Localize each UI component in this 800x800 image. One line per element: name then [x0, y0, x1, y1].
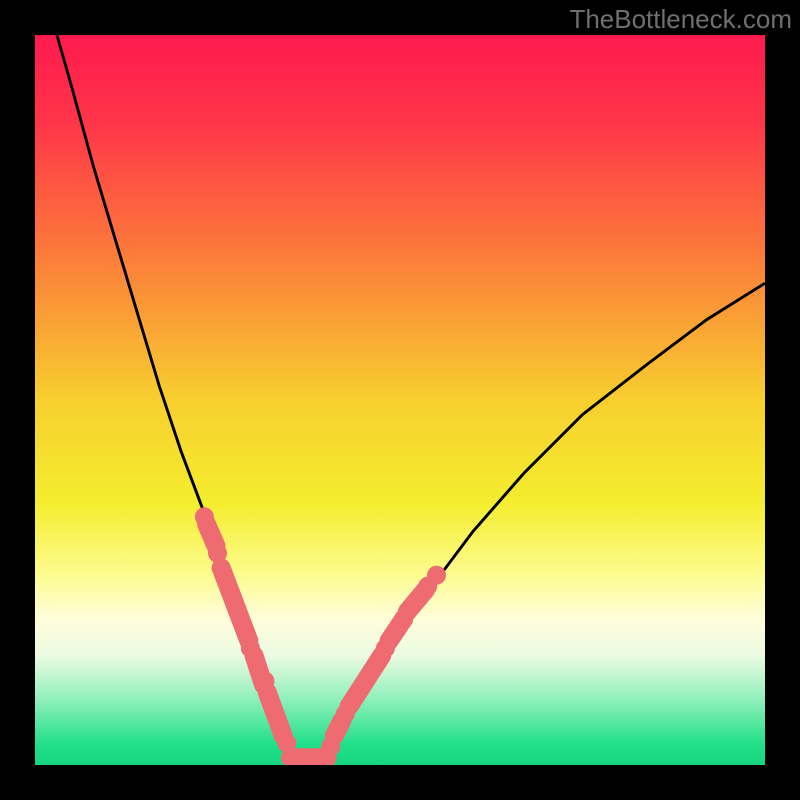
- watermark-text: TheBottleneck.com: [569, 4, 792, 35]
- gradient-background: [35, 35, 765, 765]
- chart-svg: [35, 35, 765, 765]
- chart-frame: TheBottleneck.com: [0, 0, 800, 800]
- plot-area: [35, 35, 765, 765]
